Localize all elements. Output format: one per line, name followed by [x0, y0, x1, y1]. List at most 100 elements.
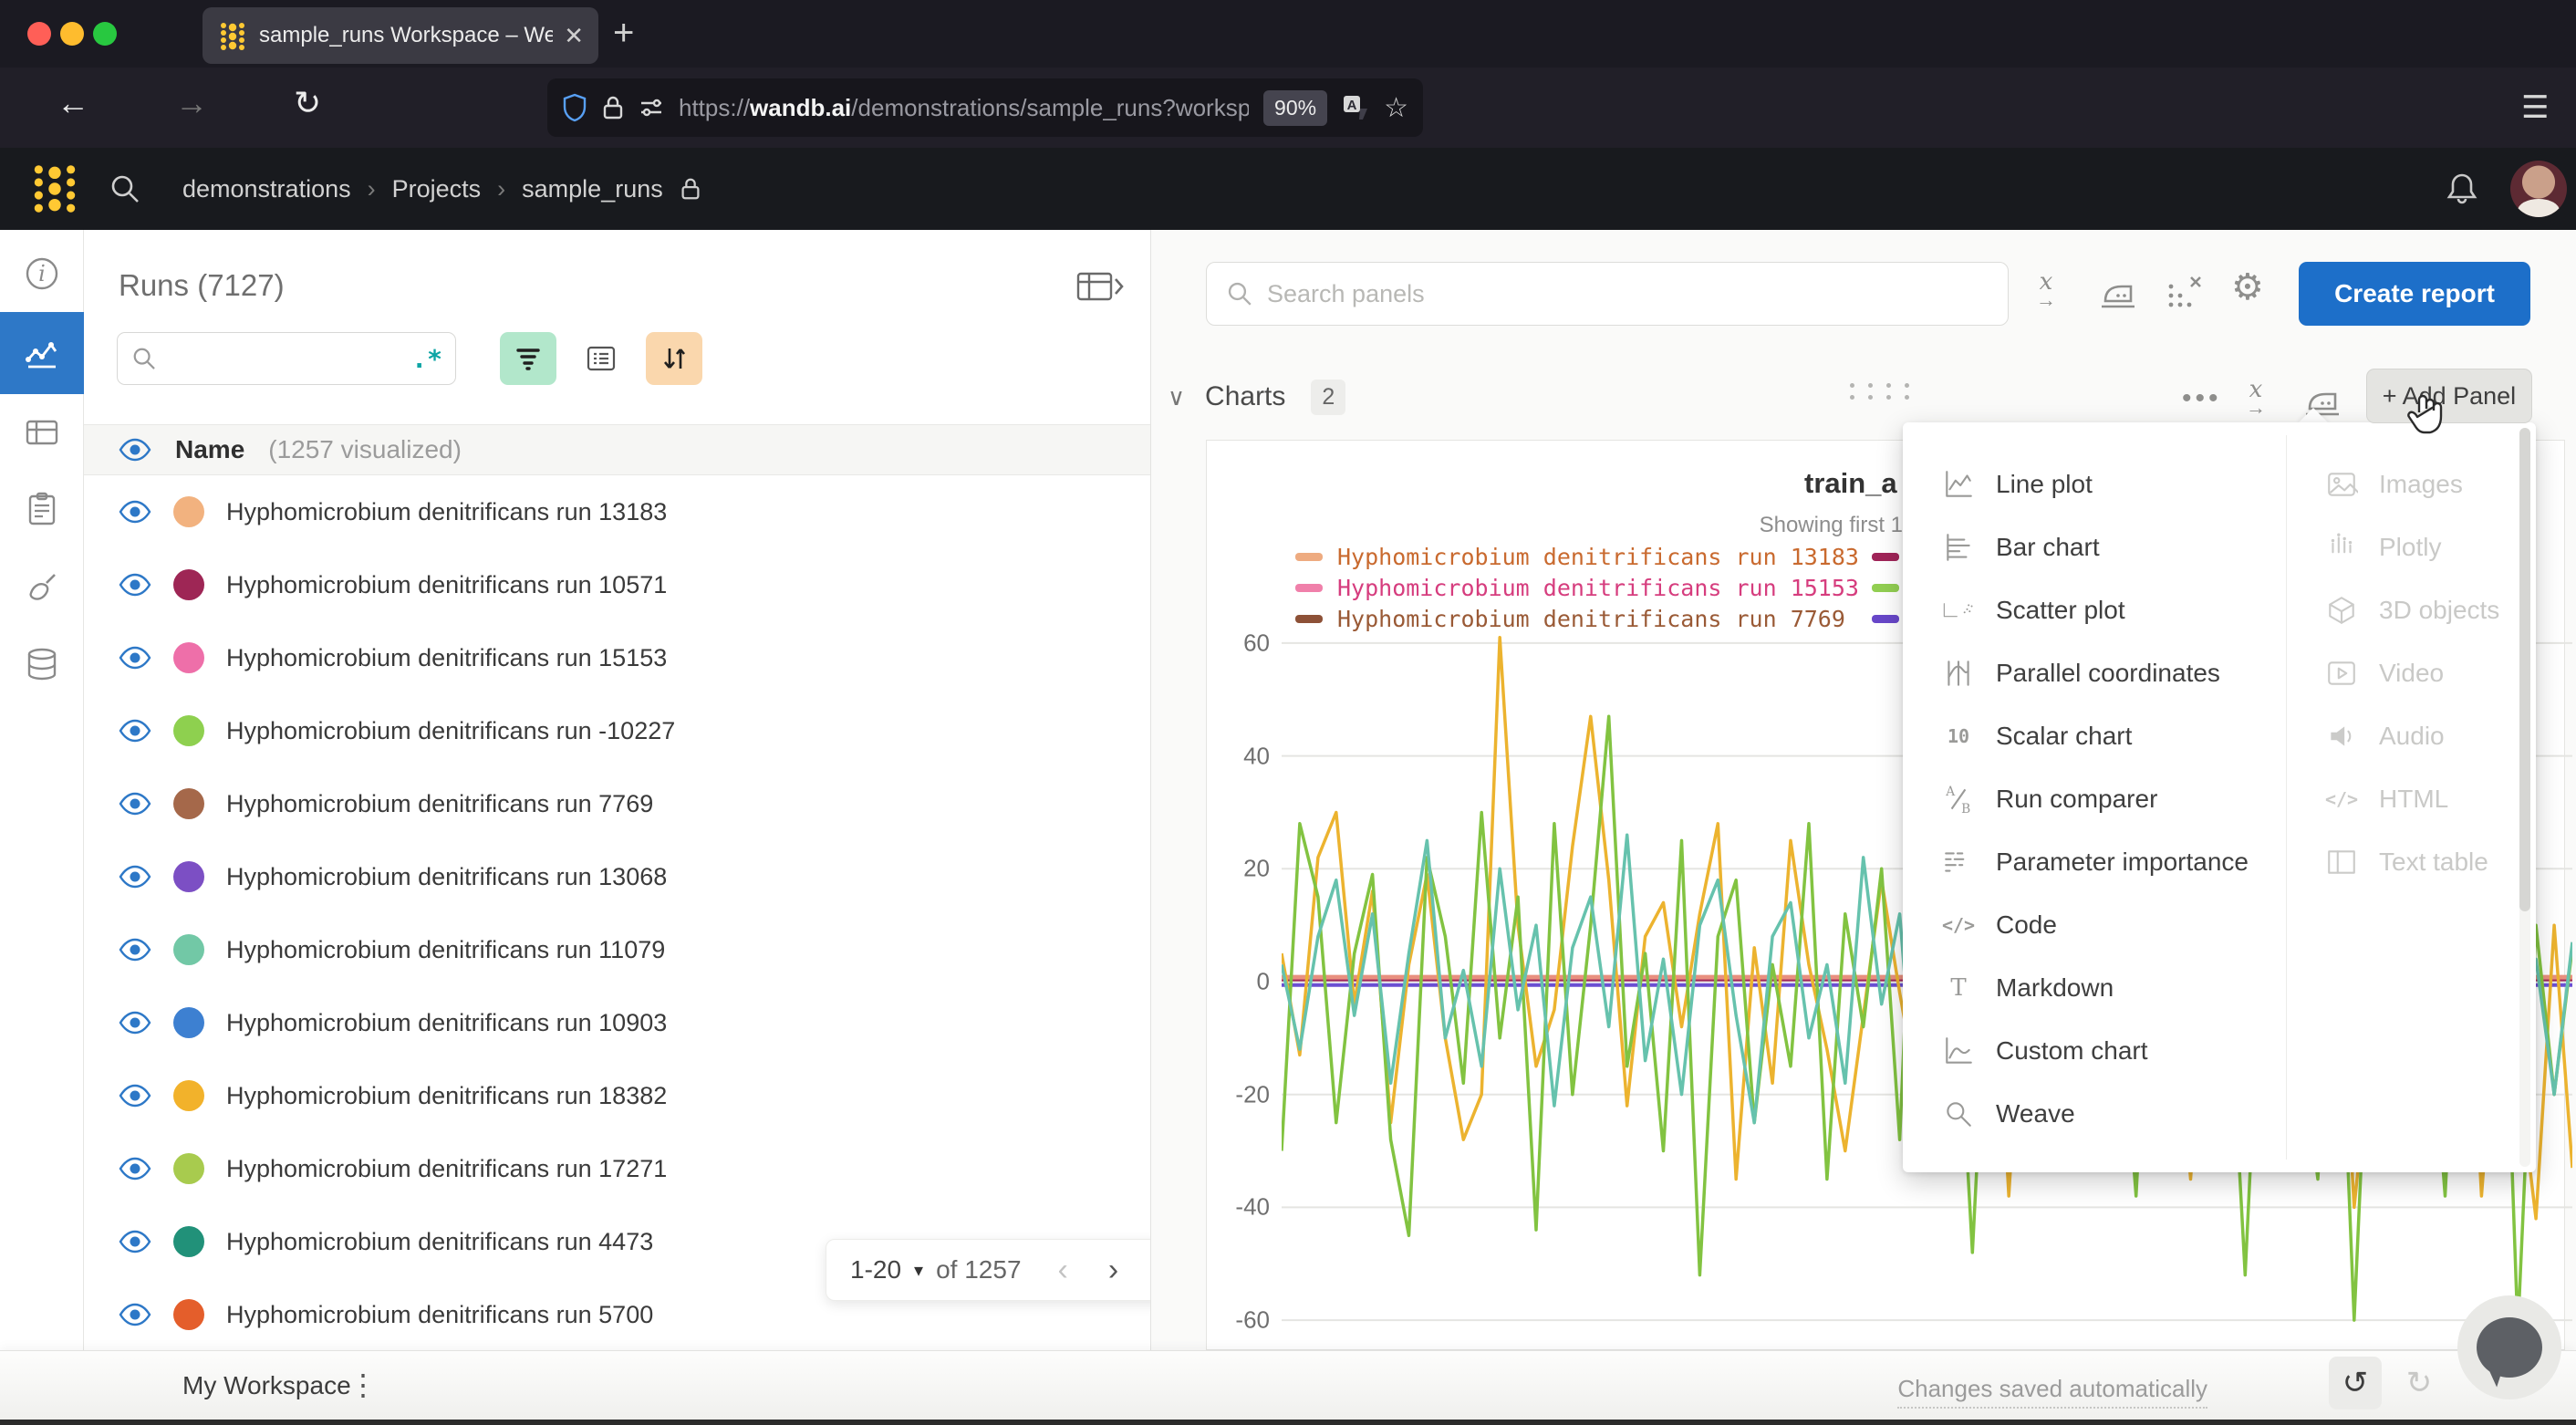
- workspace-settings-gear-icon[interactable]: ⚙: [2231, 266, 2264, 308]
- section-x-axis-icon[interactable]: x→: [2246, 378, 2266, 418]
- workspace-panels-tab[interactable]: [0, 312, 84, 394]
- sweeps-icon[interactable]: [0, 558, 84, 617]
- runs-table-icon[interactable]: [0, 403, 84, 462]
- user-avatar[interactable]: [2510, 161, 2567, 217]
- visibility-eye-icon[interactable]: [119, 573, 151, 597]
- prev-page-button[interactable]: ‹: [1058, 1253, 1068, 1288]
- menu-item-code[interactable]: </> Code: [1903, 893, 2286, 956]
- run-row[interactable]: Hyphomicrobium denitrificans run 11079: [84, 913, 1151, 986]
- expand-table-icon[interactable]: [1076, 268, 1124, 305]
- browser-menu-icon[interactable]: ☰: [2521, 89, 2549, 126]
- close-window-button[interactable]: [27, 22, 51, 46]
- collapse-section-chevron-icon[interactable]: ∨: [1168, 383, 1185, 411]
- notifications-bell-icon[interactable]: [2443, 170, 2481, 208]
- x-axis-settings-icon[interactable]: x→: [2036, 270, 2056, 310]
- breadcrumb-entity[interactable]: demonstrations: [182, 175, 351, 203]
- logs-icon[interactable]: [0, 480, 84, 538]
- visibility-eye-icon[interactable]: [119, 792, 151, 816]
- menu-item-custom-chart[interactable]: Custom chart: [1903, 1019, 2286, 1082]
- run-name[interactable]: Hyphomicrobium denitrificans run 11079: [226, 936, 665, 964]
- eye-icon[interactable]: [119, 438, 151, 462]
- runs-search-input[interactable]: [167, 346, 402, 372]
- runs-search-box[interactable]: .*: [117, 332, 456, 385]
- support-chat-button[interactable]: [2457, 1295, 2561, 1399]
- run-row[interactable]: Hyphomicrobium denitrificans run 10571: [84, 548, 1151, 621]
- run-row[interactable]: Hyphomicrobium denitrificans run -10227: [84, 694, 1151, 767]
- run-row[interactable]: Hyphomicrobium denitrificans run 15153: [84, 621, 1151, 694]
- menu-item-run-comparer[interactable]: AB Run comparer: [1903, 767, 2286, 830]
- next-page-button[interactable]: ›: [1108, 1253, 1118, 1288]
- undo-button[interactable]: ↺: [2329, 1357, 2382, 1409]
- regex-toggle[interactable]: .*: [411, 344, 442, 374]
- translate-icon[interactable]: A: [1342, 94, 1369, 121]
- tab-close-icon[interactable]: ✕: [564, 22, 584, 50]
- legend-entry[interactable]: Hyphomicrobium denitrificans run 15153: [1295, 575, 1859, 601]
- sort-runs-button[interactable]: [646, 332, 702, 385]
- zoom-window-button[interactable]: [93, 22, 117, 46]
- legend-entry[interactable]: Hyphomicrobium denitrificans run 13183: [1295, 544, 1859, 570]
- runs-name-header[interactable]: Name (1257 visualized): [84, 424, 1151, 475]
- run-row[interactable]: Hyphomicrobium denitrificans run 17271: [84, 1132, 1151, 1205]
- new-tab-button[interactable]: +: [613, 13, 634, 54]
- filter-runs-button[interactable]: [500, 332, 556, 385]
- page-range[interactable]: 1-20: [850, 1255, 901, 1285]
- redo-button[interactable]: ↻: [2393, 1357, 2446, 1409]
- visibility-eye-icon[interactable]: [119, 500, 151, 524]
- overview-icon[interactable]: i: [0, 244, 84, 303]
- zoom-level-badge[interactable]: 90%: [1263, 90, 1327, 126]
- menu-item-bar-chart[interactable]: Bar chart: [1903, 515, 2286, 578]
- url-bar[interactable]: https://wandb.ai/demonstrations/sample_r…: [547, 78, 1423, 137]
- artifacts-icon[interactable]: [0, 635, 84, 693]
- wandb-logo[interactable]: [26, 161, 84, 216]
- minimize-window-button[interactable]: [60, 22, 84, 46]
- dropdown-scrollbar[interactable]: [2519, 428, 2530, 1167]
- menu-item-scatter-plot[interactable]: Scatter plot: [1903, 578, 2286, 641]
- run-name[interactable]: Hyphomicrobium denitrificans run 15153: [226, 644, 667, 672]
- run-name[interactable]: Hyphomicrobium denitrificans run 13068: [226, 863, 667, 891]
- menu-item-weave[interactable]: Weave: [1903, 1082, 2286, 1145]
- visibility-eye-icon[interactable]: [119, 938, 151, 962]
- run-row[interactable]: Hyphomicrobium denitrificans run 13183: [84, 475, 1151, 548]
- browser-tab[interactable]: sample_runs Workspace – Weig ✕: [203, 7, 598, 64]
- panel-search-input[interactable]: [1267, 280, 1989, 308]
- forward-button[interactable]: →: [175, 84, 208, 122]
- reload-button[interactable]: ↻: [294, 84, 321, 122]
- run-name[interactable]: Hyphomicrobium denitrificans run 17271: [226, 1155, 667, 1183]
- menu-item-line-plot[interactable]: Line plot: [1903, 452, 2286, 515]
- run-name[interactable]: Hyphomicrobium denitrificans run 10903: [226, 1009, 667, 1037]
- section-drag-handle[interactable]: [1850, 383, 1916, 400]
- visibility-eye-icon[interactable]: [119, 1303, 151, 1326]
- run-name[interactable]: Hyphomicrobium denitrificans run 4473: [226, 1228, 653, 1256]
- run-name[interactable]: Hyphomicrobium denitrificans run 7769: [226, 790, 653, 818]
- run-row[interactable]: Hyphomicrobium denitrificans run 18382: [84, 1059, 1151, 1132]
- visibility-eye-icon[interactable]: [119, 1011, 151, 1035]
- visibility-eye-icon[interactable]: [119, 1084, 151, 1108]
- permissions-icon[interactable]: [639, 97, 664, 119]
- page-size-caret-icon[interactable]: ▾: [914, 1259, 923, 1282]
- search-icon[interactable]: [108, 172, 142, 206]
- run-name[interactable]: Hyphomicrobium denitrificans run 18382: [226, 1082, 667, 1110]
- menu-item-scalar-chart[interactable]: 10 Scalar chart: [1903, 704, 2286, 767]
- lock-icon[interactable]: [602, 94, 624, 121]
- smoothing-iron-icon[interactable]: [2098, 270, 2138, 314]
- menu-item-parallel-coordinates[interactable]: Parallel coordinates: [1903, 641, 2286, 704]
- run-row[interactable]: Hyphomicrobium denitrificans run 13068: [84, 840, 1151, 913]
- fullscreen-panels-icon[interactable]: [2164, 270, 2206, 312]
- menu-item-parameter-importance[interactable]: Parameter importance: [1903, 830, 2286, 893]
- tracking-shield-icon[interactable]: [562, 93, 587, 122]
- menu-item-markdown[interactable]: T Markdown: [1903, 956, 2286, 1019]
- panel-search-box[interactable]: [1206, 262, 2009, 326]
- create-report-button[interactable]: Create report: [2299, 262, 2530, 326]
- run-row[interactable]: Hyphomicrobium denitrificans run 10903: [84, 986, 1151, 1059]
- breadcrumb-project[interactable]: sample_runs: [522, 175, 663, 203]
- run-name[interactable]: Hyphomicrobium denitrificans run 10571: [226, 571, 667, 599]
- run-name[interactable]: Hyphomicrobium denitrificans run -10227: [226, 717, 675, 745]
- visibility-eye-icon[interactable]: [119, 719, 151, 743]
- section-overflow-menu[interactable]: •••: [2182, 383, 2222, 414]
- workspace-name[interactable]: My Workspace: [182, 1371, 351, 1400]
- visibility-eye-icon[interactable]: [119, 1157, 151, 1181]
- visibility-eye-icon[interactable]: [119, 865, 151, 889]
- notes-button[interactable]: [573, 332, 629, 385]
- run-name[interactable]: Hyphomicrobium denitrificans run 13183: [226, 498, 667, 526]
- workspace-menu-kebab-icon[interactable]: ⋮: [348, 1368, 378, 1402]
